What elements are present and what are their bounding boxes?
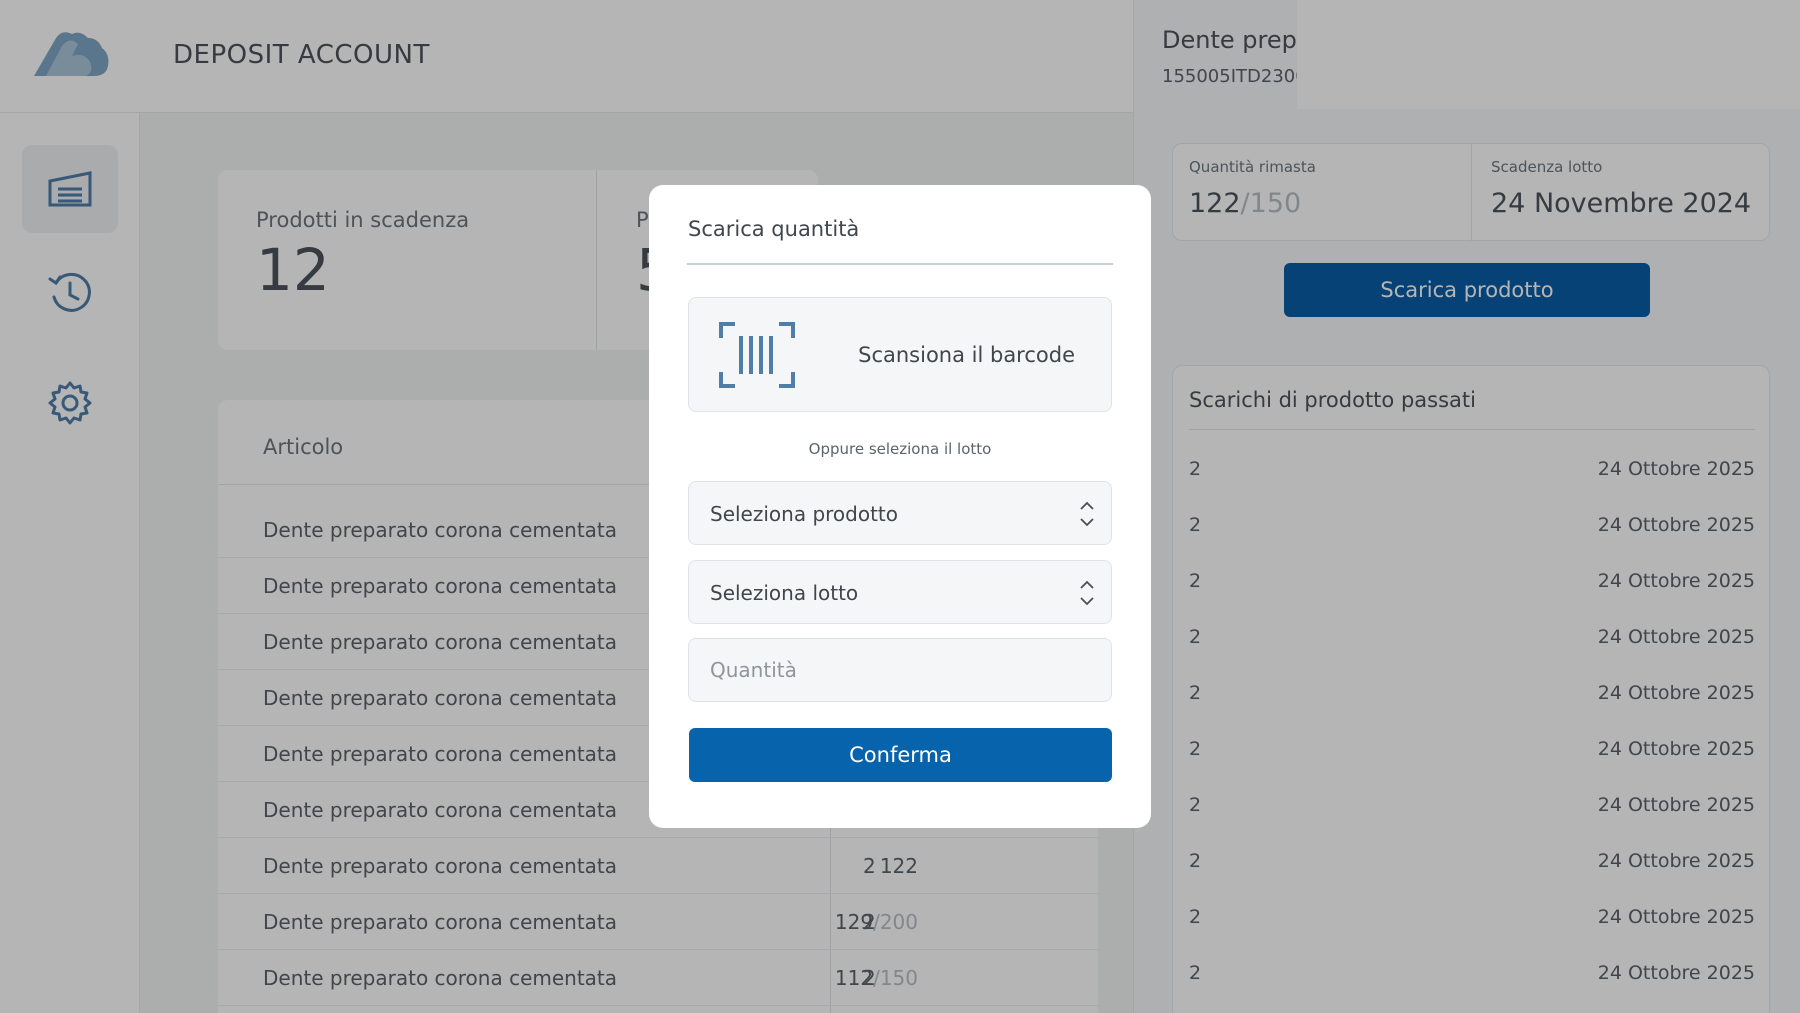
scan-barcode-button[interactable]: Scansiona il barcode [688, 297, 1112, 412]
barcode-scan-icon [719, 322, 795, 388]
dialog-title: Scarica quantità [688, 217, 860, 241]
select-product[interactable]: Seleziona prodotto [688, 481, 1112, 545]
chevron-up-down-icon [1080, 580, 1094, 606]
chevron-up-down-icon [1080, 501, 1094, 527]
divider [687, 263, 1113, 265]
alternative-hint: Oppure seleziona il lotto [808, 440, 992, 458]
select-lot-label: Seleziona lotto [710, 581, 859, 605]
unload-quantity-dialog: Scarica quantità Scansiona il barcode Op… [649, 185, 1151, 828]
scan-barcode-label: Scansiona il barcode [858, 343, 1075, 367]
select-lot[interactable]: Seleziona lotto [688, 560, 1112, 624]
confirm-button[interactable]: Conferma [689, 728, 1112, 782]
quantity-input[interactable] [688, 638, 1112, 702]
select-product-label: Seleziona prodotto [710, 502, 899, 526]
